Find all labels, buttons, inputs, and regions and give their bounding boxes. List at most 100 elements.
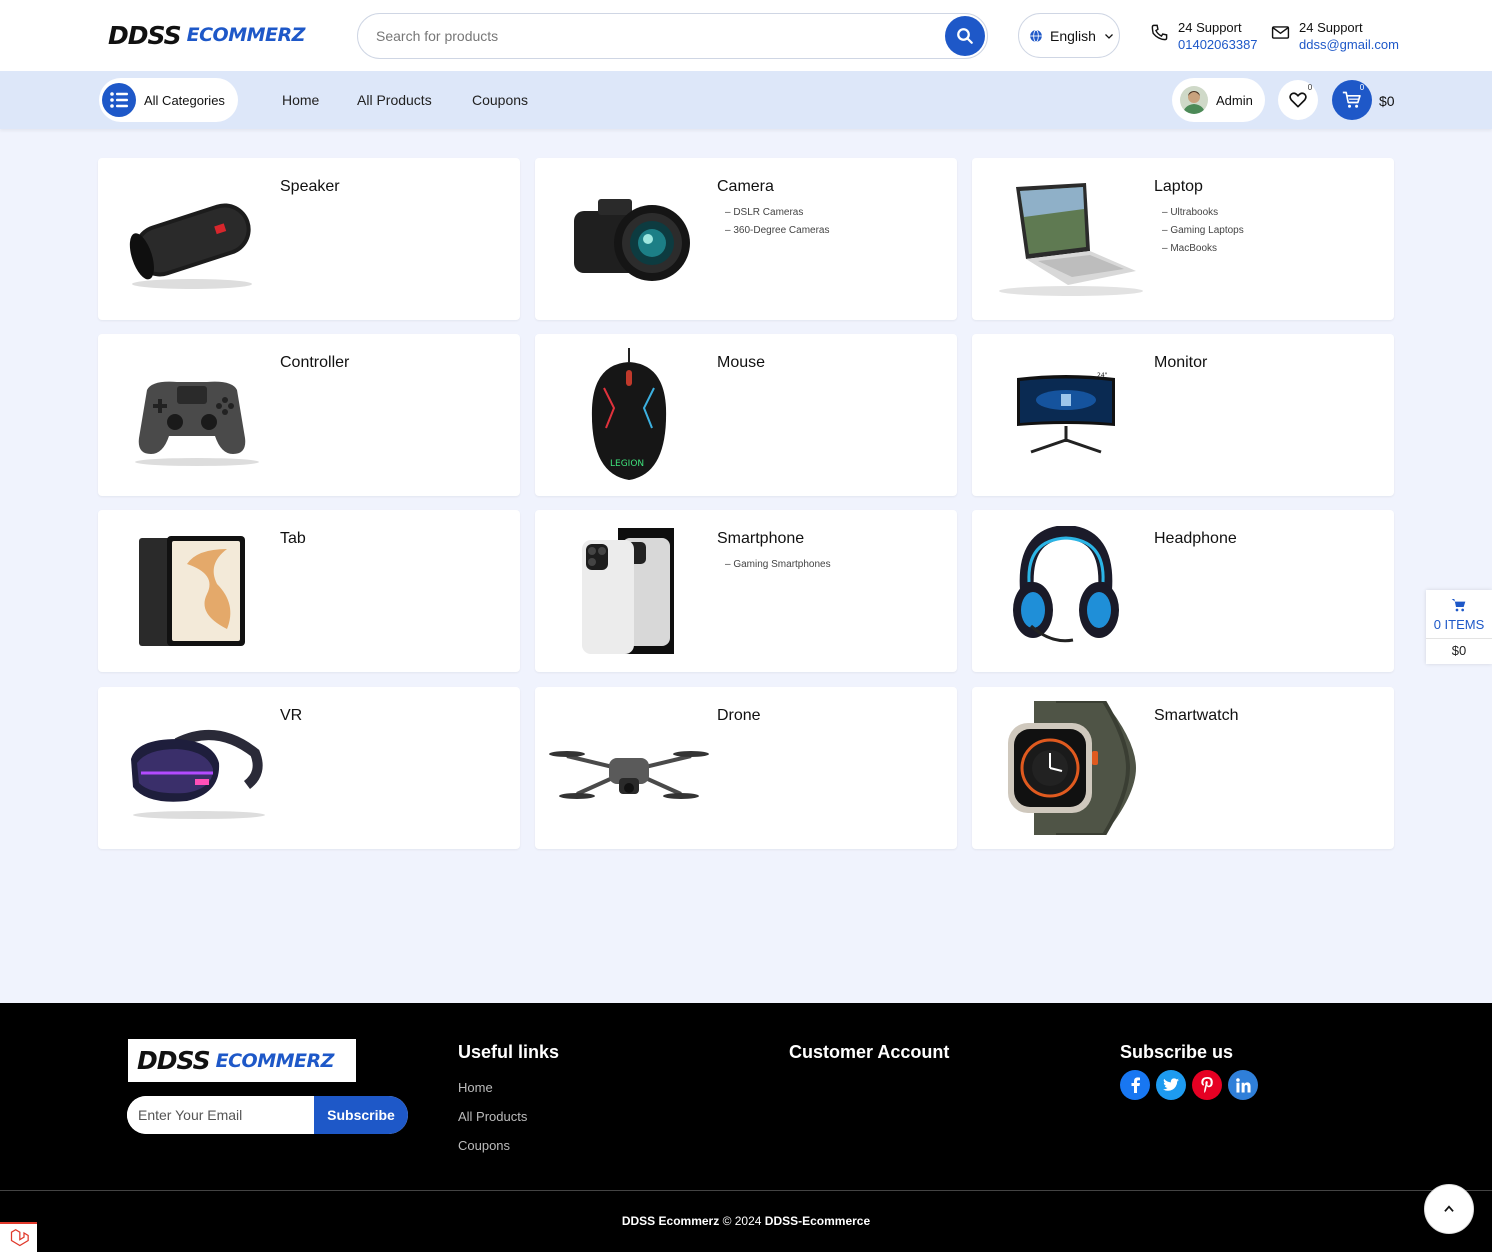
- footer-logo[interactable]: DDSS ECOMMERZ: [128, 1039, 356, 1082]
- nav-home[interactable]: Home: [282, 92, 319, 108]
- support-email-label: 24 Support: [1299, 20, 1363, 35]
- cart-icon: [1451, 598, 1466, 611]
- category-card-tab[interactable]: Tab: [98, 510, 520, 672]
- category-name[interactable]: Tab: [280, 530, 306, 548]
- speaker-image: [110, 172, 274, 306]
- support-phone-label: 24 Support: [1178, 20, 1242, 35]
- avatar: [1180, 86, 1208, 114]
- subcategory-list: – Ultrabooks – Gaming Laptops – MacBooks: [1162, 204, 1244, 258]
- category-name[interactable]: Smartwatch: [1154, 707, 1238, 725]
- category-card-laptop[interactable]: Laptop – Ultrabooks – Gaming Laptops – M…: [972, 158, 1394, 320]
- category-card-monitor[interactable]: 24" Monitor: [972, 334, 1394, 496]
- category-name[interactable]: VR: [280, 707, 302, 725]
- subcategory-item[interactable]: – Ultrabooks: [1162, 204, 1244, 222]
- laravel-debug-icon[interactable]: [0, 1222, 37, 1252]
- footer-link-home[interactable]: Home: [458, 1080, 493, 1095]
- site-footer: DDSS ECOMMERZ Subscribe Useful links Hom…: [0, 1003, 1492, 1252]
- footer-divider: [0, 1190, 1492, 1191]
- subcategory-item[interactable]: – Gaming Laptops: [1162, 222, 1244, 240]
- subcategory-list: – DSLR Cameras – 360-Degree Cameras: [725, 204, 830, 240]
- support-phone-number[interactable]: 01402063387: [1178, 36, 1258, 53]
- category-name[interactable]: Headphone: [1154, 530, 1237, 548]
- camera-image: [547, 172, 711, 306]
- category-name[interactable]: Speaker: [280, 178, 340, 196]
- heart-icon: [1289, 92, 1307, 108]
- search-input[interactable]: [376, 28, 936, 44]
- mail-icon: [1271, 26, 1290, 39]
- category-name[interactable]: Camera: [717, 178, 774, 196]
- category-name[interactable]: Mouse: [717, 354, 765, 372]
- category-name[interactable]: Drone: [717, 707, 761, 725]
- category-card-speaker[interactable]: Speaker: [98, 158, 520, 320]
- tablet-image: [110, 524, 274, 658]
- floating-cart-total: $0: [1426, 638, 1492, 664]
- controller-image: [110, 348, 274, 482]
- laptop-image: [984, 172, 1148, 306]
- category-card-controller[interactable]: Controller: [98, 334, 520, 496]
- nav-all-products[interactable]: All Products: [357, 92, 432, 108]
- category-card-smartwatch[interactable]: Smartwatch: [972, 687, 1394, 849]
- subcategory-item[interactable]: – DSLR Cameras: [725, 204, 830, 222]
- subscribe-button[interactable]: Subscribe: [314, 1096, 408, 1134]
- category-name[interactable]: Controller: [280, 354, 349, 372]
- pinterest-icon[interactable]: [1192, 1070, 1222, 1100]
- mouse-image: LEGION: [547, 348, 711, 482]
- twitter-icon[interactable]: [1156, 1070, 1186, 1100]
- category-card-vr[interactable]: VR: [98, 687, 520, 849]
- category-name[interactable]: Smartphone: [717, 530, 804, 548]
- nav-coupons[interactable]: Coupons: [472, 92, 528, 108]
- category-card-smartphone[interactable]: Smartphone – Gaming Smartphones: [535, 510, 957, 672]
- floating-cart-items: 0 ITEMS: [1433, 616, 1485, 632]
- floating-cart-widget[interactable]: 0 ITEMS $0: [1426, 590, 1492, 664]
- cart-icon: [1342, 91, 1361, 108]
- subscribe-heading: Subscribe us: [1120, 1042, 1234, 1062]
- footer-logo-text-ddss: DDSS: [137, 1046, 211, 1075]
- category-card-camera[interactable]: Camera – DSLR Cameras – 360-Degree Camer…: [535, 158, 957, 320]
- search-bar: [357, 13, 988, 59]
- cart-count: 0: [1359, 83, 1365, 92]
- footer-link-all-products[interactable]: All Products: [458, 1109, 527, 1124]
- subcategory-list: – Gaming Smartphones: [725, 556, 831, 574]
- wishlist-count: 0: [1307, 83, 1313, 92]
- language-selector[interactable]: English: [1018, 13, 1120, 58]
- globe-icon: [1030, 29, 1042, 42]
- newsletter-form: Subscribe: [127, 1096, 408, 1134]
- newsletter-email-input[interactable]: [127, 1096, 314, 1134]
- subcategory-item[interactable]: – 360-Degree Cameras: [725, 222, 830, 240]
- subcategory-item[interactable]: – MacBooks: [1162, 240, 1244, 258]
- category-card-headphone[interactable]: Headphone: [972, 510, 1394, 672]
- customer-account-heading: Customer Account: [789, 1042, 950, 1062]
- logo-text-ecommerz: ECOMMERZ: [186, 24, 306, 46]
- cart-button[interactable]: 0: [1332, 80, 1372, 120]
- category-name[interactable]: Laptop: [1154, 178, 1203, 196]
- copyright: DDSS Ecommerz © 2024 DDSS-Ecommerce: [0, 1214, 1492, 1228]
- category-name[interactable]: Monitor: [1154, 354, 1207, 372]
- svg-text:LEGION: LEGION: [610, 459, 644, 469]
- category-card-mouse[interactable]: LEGION Mouse: [535, 334, 957, 496]
- support-phone: 24 Support 01402063387: [1150, 19, 1258, 53]
- footer-logo-text-ecommerz: ECOMMERZ: [215, 1049, 335, 1072]
- facebook-icon[interactable]: [1120, 1070, 1150, 1100]
- logo-text-ddss: DDSS: [108, 20, 182, 50]
- copyright-owner: DDSS-Ecommerce: [764, 1214, 871, 1228]
- language-label: English: [1050, 27, 1096, 44]
- support-email: 24 Support ddss@gmail.com: [1271, 19, 1399, 53]
- site-logo[interactable]: DDSS ECOMMERZ: [108, 20, 306, 50]
- search-button[interactable]: [945, 16, 985, 56]
- main-navbar: All Categories Home All Products Coupons…: [0, 71, 1492, 129]
- subcategory-item[interactable]: – Gaming Smartphones: [725, 556, 831, 574]
- back-to-top-button[interactable]: [1424, 1184, 1474, 1234]
- list-icon: [102, 83, 136, 117]
- linkedin-icon[interactable]: [1228, 1070, 1258, 1100]
- support-email-address[interactable]: ddss@gmail.com: [1299, 36, 1399, 53]
- svg-text:24": 24": [1097, 372, 1108, 379]
- user-account-button[interactable]: Admin: [1172, 78, 1265, 122]
- search-icon: [957, 28, 973, 44]
- all-categories-button[interactable]: All Categories: [99, 78, 238, 122]
- category-card-drone[interactable]: Drone: [535, 687, 957, 849]
- user-name: Admin: [1216, 92, 1253, 108]
- smartphone-image: [547, 524, 711, 658]
- footer-link-coupons[interactable]: Coupons: [458, 1138, 510, 1153]
- wishlist-button[interactable]: 0: [1278, 80, 1318, 120]
- headphone-image: [984, 524, 1148, 658]
